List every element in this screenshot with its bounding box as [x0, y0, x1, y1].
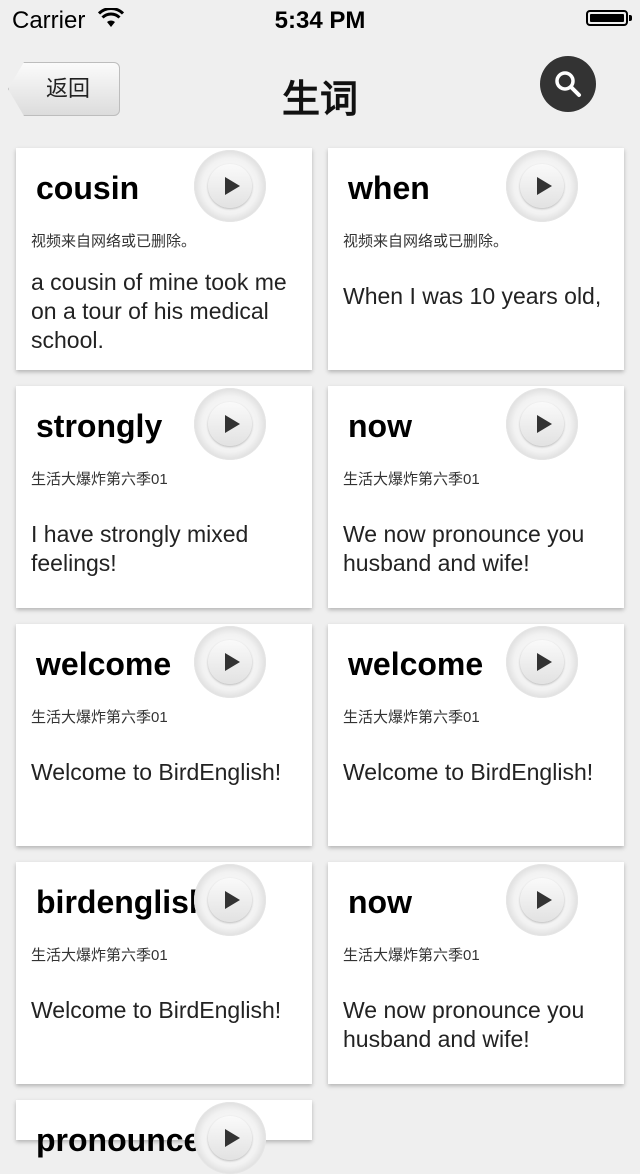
example-sentence: a cousin of mine took me on a tour of hi… — [31, 269, 287, 353]
play-icon — [537, 653, 552, 671]
word-card[interactable]: welcome 生活大爆炸第六季01 Welcome to BirdEnglis… — [16, 624, 312, 846]
example-sentence: When I was 10 years old, — [343, 283, 602, 309]
word-title: when — [348, 170, 430, 206]
play-button[interactable] — [194, 150, 266, 222]
word-source: 视频来自网络或已删除。 — [31, 233, 197, 250]
play-button[interactable] — [506, 864, 578, 936]
word-title: birdenglish — [36, 884, 209, 920]
word-card[interactable]: now 生活大爆炸第六季01 We now pronounce you husb… — [328, 862, 624, 1084]
search-button[interactable] — [540, 56, 596, 112]
play-icon — [225, 1129, 240, 1147]
play-button[interactable] — [506, 150, 578, 222]
word-card[interactable]: birdenglish 生活大爆炸第六季01 Welcome to BirdEn… — [16, 862, 312, 1084]
search-icon — [555, 71, 581, 97]
word-source: 生活大爆炸第六季01 — [343, 947, 480, 964]
example-sentence: Welcome to BirdEnglish! — [31, 759, 282, 785]
play-button[interactable] — [194, 626, 266, 698]
play-icon — [537, 891, 552, 909]
word-title: pronounce — [36, 1122, 202, 1158]
status-bar: Carrier 5:34 PM — [0, 0, 640, 40]
play-button[interactable] — [194, 388, 266, 460]
example-sentence: We now pronounce you husband and wife! — [343, 521, 585, 576]
play-button[interactable] — [194, 1102, 266, 1174]
play-icon — [537, 177, 552, 195]
word-title: strongly — [36, 408, 163, 444]
example-sentence: Welcome to BirdEnglish! — [31, 997, 282, 1023]
play-button[interactable] — [506, 626, 578, 698]
word-source: 生活大爆炸第六季01 — [343, 709, 480, 726]
word-title: cousin — [36, 170, 140, 206]
word-title: welcome — [36, 646, 172, 682]
play-icon — [225, 653, 240, 671]
word-source: 生活大爆炸第六季01 — [31, 947, 168, 964]
word-card-grid: cousin 视频来自网络或已删除。 a cousin of mine took… — [16, 148, 624, 1174]
example-sentence: I have strongly mixed feelings! — [31, 521, 249, 576]
clock: 5:34 PM — [274, 7, 366, 34]
word-card[interactable]: welcome 生活大爆炸第六季01 Welcome to BirdEnglis… — [328, 624, 624, 846]
play-icon — [225, 415, 240, 433]
word-source: 生活大爆炸第六季01 — [31, 709, 168, 726]
example-sentence: We now pronounce you husband and wife! — [343, 997, 585, 1052]
word-card[interactable]: strongly 生活大爆炸第六季01 I have strongly mixe… — [16, 386, 312, 608]
word-card[interactable]: when 视频来自网络或已删除。 When I was 10 years old… — [328, 148, 624, 370]
word-title: now — [348, 884, 412, 920]
play-icon — [225, 891, 240, 909]
word-source: 生活大爆炸第六季01 — [31, 471, 168, 488]
example-sentence: Welcome to BirdEnglish! — [343, 759, 594, 785]
word-title: now — [348, 408, 412, 444]
word-card[interactable]: pronounce — [16, 1100, 312, 1174]
play-button[interactable] — [506, 388, 578, 460]
word-card[interactable]: cousin 视频来自网络或已删除。 a cousin of mine took… — [16, 148, 312, 370]
word-source: 视频来自网络或已删除。 — [343, 233, 509, 250]
play-button[interactable] — [194, 864, 266, 936]
word-title: welcome — [348, 646, 484, 682]
navigation-bar: 返回 生词 — [0, 40, 640, 140]
battery-icon — [586, 10, 632, 26]
play-icon — [225, 177, 240, 195]
word-source: 生活大爆炸第六季01 — [343, 471, 480, 488]
word-card[interactable]: now 生活大爆炸第六季01 We now pronounce you husb… — [328, 386, 624, 608]
play-icon — [537, 415, 552, 433]
